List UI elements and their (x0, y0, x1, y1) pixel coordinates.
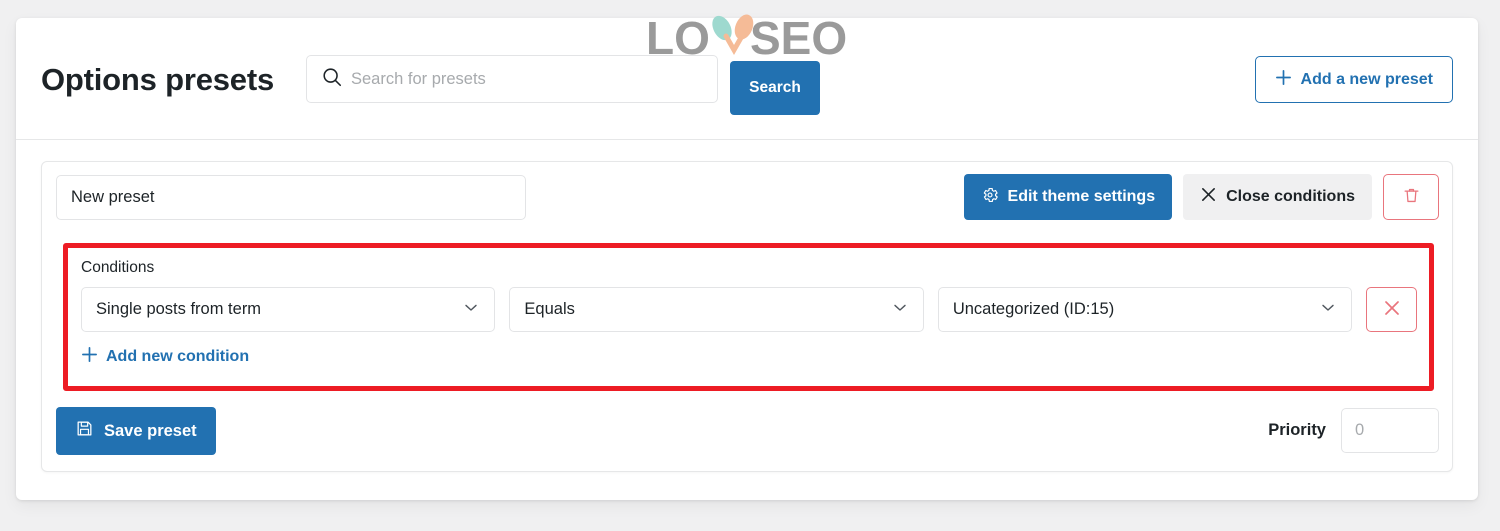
add-new-condition-label: Add new condition (106, 348, 250, 365)
chevron-down-icon (890, 297, 910, 322)
add-new-preset-label: Add a new preset (1300, 70, 1433, 88)
remove-condition-button[interactable] (1366, 287, 1417, 332)
gear-icon (981, 186, 999, 209)
options-presets-card: Options presets Search Add a new preset (16, 18, 1478, 500)
priority-field-group: Priority (1268, 408, 1439, 453)
condition-subject-select[interactable]: Single posts from term (81, 287, 496, 332)
delete-preset-button[interactable] (1383, 174, 1439, 220)
preset-name-input[interactable] (56, 175, 526, 220)
trash-icon (1402, 186, 1421, 208)
page-title: Options presets (41, 62, 274, 97)
close-icon (1382, 298, 1402, 321)
priority-input[interactable] (1341, 408, 1439, 453)
page-header: Options presets Search Add a new preset (16, 18, 1478, 140)
preset-footer-row: Save preset Priority (42, 402, 1452, 462)
chevron-down-icon (1318, 297, 1338, 322)
search-input[interactable] (351, 69, 691, 89)
edit-theme-settings-button[interactable]: Edit theme settings (963, 174, 1173, 220)
close-conditions-label: Close conditions (1226, 188, 1355, 205)
add-new-preset-button[interactable]: Add a new preset (1254, 56, 1453, 103)
save-preset-button[interactable]: Save preset (56, 407, 216, 455)
conditions-panel: Conditions Single posts from term Equals (63, 243, 1434, 391)
preset-header-row: Edit theme settings Close conditions (42, 162, 1452, 232)
plus-icon (81, 346, 98, 368)
preset-action-buttons: Edit theme settings Close conditions (963, 174, 1439, 220)
condition-value-value: Uncategorized (ID:15) (952, 300, 1115, 318)
edit-theme-settings-label: Edit theme settings (1007, 188, 1156, 205)
save-icon (75, 419, 94, 443)
close-icon (1200, 186, 1217, 208)
condition-operator-value: Equals (524, 300, 575, 318)
plus-icon (1275, 69, 1292, 91)
search-icon (321, 66, 343, 93)
condition-subject-value: Single posts from term (96, 300, 262, 318)
condition-row: Single posts from term Equals Uncategori… (81, 287, 1417, 332)
preset-item-card: Edit theme settings Close conditions (41, 161, 1453, 472)
condition-operator-select[interactable]: Equals (509, 287, 924, 332)
condition-value-select[interactable]: Uncategorized (ID:15) (937, 287, 1353, 332)
close-conditions-button[interactable]: Close conditions (1183, 174, 1372, 220)
chevron-down-icon (461, 297, 481, 322)
add-new-condition-link[interactable]: Add new condition (81, 346, 249, 368)
presets-body: Edit theme settings Close conditions (16, 140, 1478, 472)
conditions-label: Conditions (81, 259, 155, 276)
save-preset-label: Save preset (104, 421, 197, 440)
search-field-wrapper[interactable] (306, 55, 718, 103)
search-button[interactable]: Search (730, 61, 820, 115)
priority-label: Priority (1268, 421, 1326, 439)
